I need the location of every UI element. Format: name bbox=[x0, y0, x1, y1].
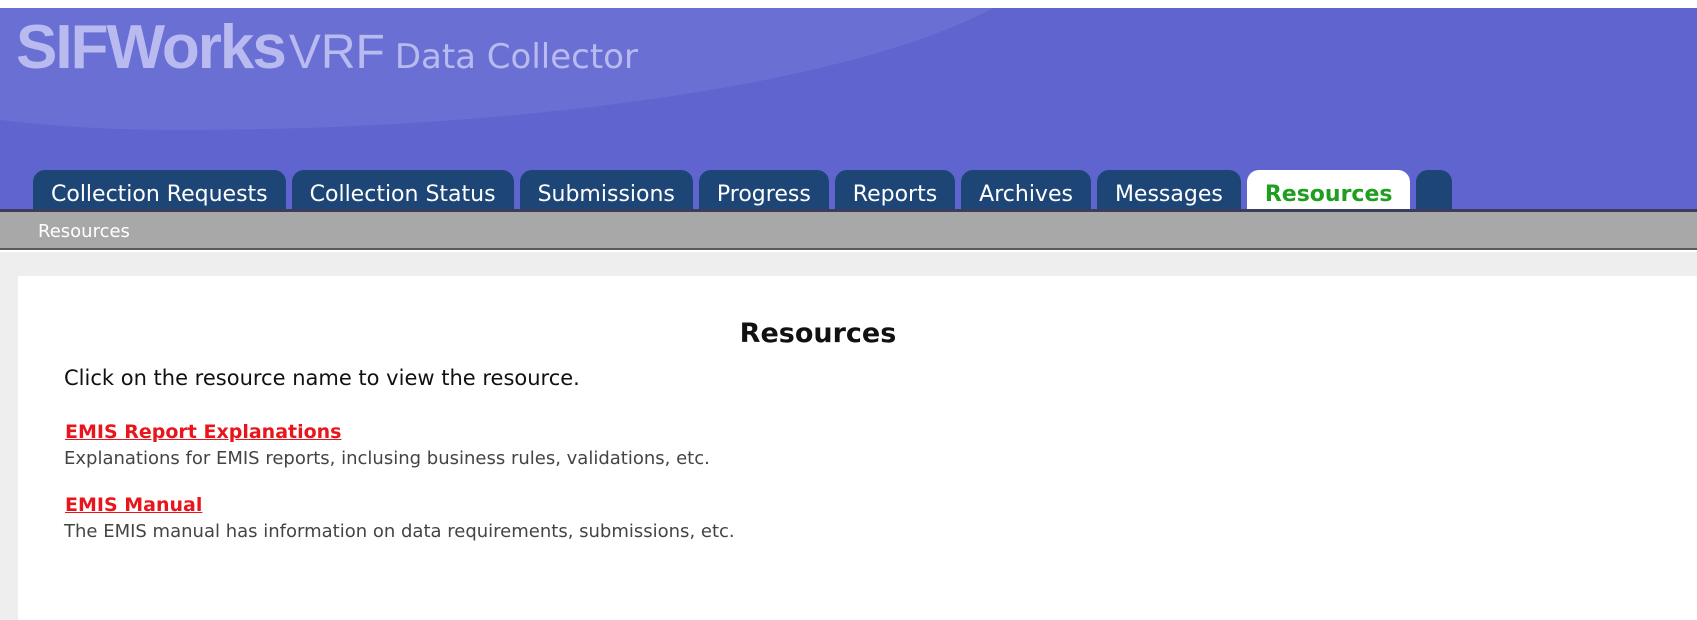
page-title: Resources bbox=[739, 318, 897, 349]
sub-navigation-bar: Resources bbox=[0, 212, 1697, 250]
resource-link-emis-manual[interactable]: EMIS Manual bbox=[65, 494, 202, 516]
app-header: SIFWorksVRF Data Collector Collection Req… bbox=[0, 8, 1697, 226]
logo-data-collector: Data Collector bbox=[394, 37, 638, 77]
subnav-item-resources[interactable]: Resources bbox=[38, 221, 130, 242]
resource-description: The EMIS manual has information on data … bbox=[64, 521, 735, 542]
main-content-panel: Resources Click on the resource name to … bbox=[18, 276, 1697, 620]
app-logo: SIFWorksVRF Data Collector bbox=[16, 12, 638, 83]
resource-description: Explanations for EMIS reports, inclusing… bbox=[64, 448, 710, 469]
logo-vrf: VRF bbox=[288, 26, 385, 79]
logo-sifworks: SIFWorks bbox=[16, 13, 287, 82]
intro-text: Click on the resource name to view the r… bbox=[64, 366, 580, 390]
resource-link-emis-report-explanations[interactable]: EMIS Report Explanations bbox=[65, 421, 342, 443]
